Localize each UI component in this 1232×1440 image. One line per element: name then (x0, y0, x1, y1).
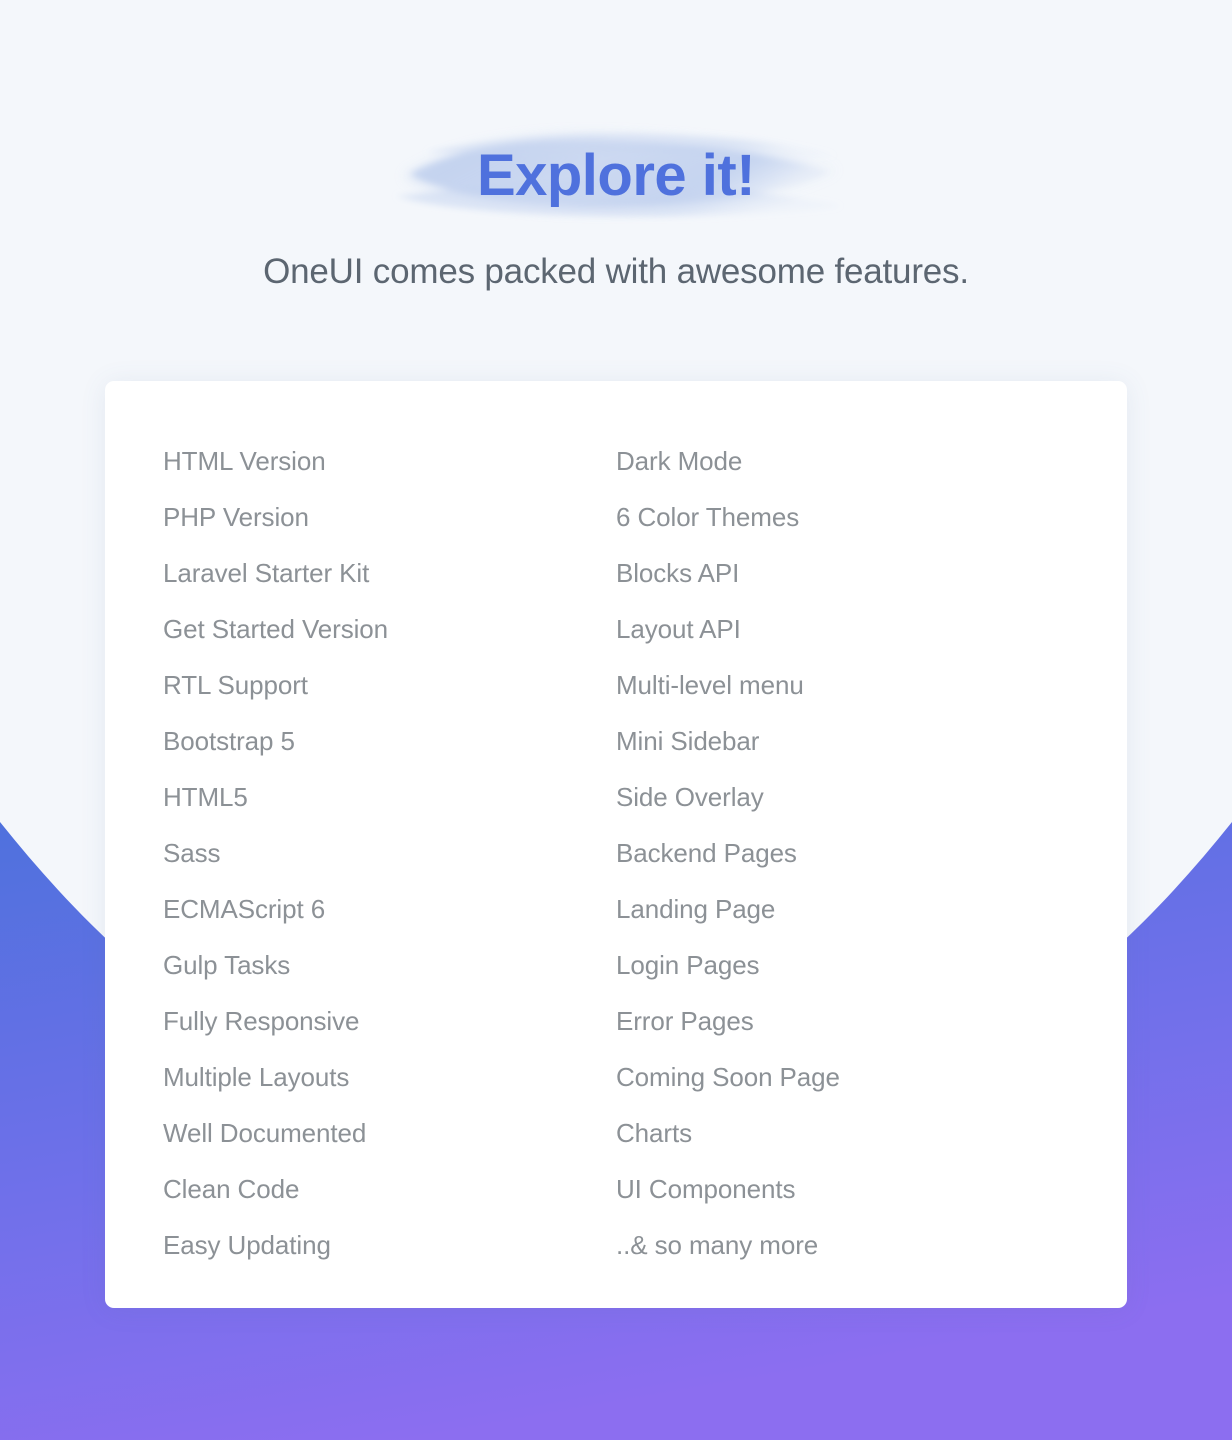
page-subtitle: OneUI comes packed with awesome features… (263, 252, 969, 291)
feature-item: Sass (163, 838, 221, 868)
features-left-column: HTML Version PHP Version Laravel Starter… (163, 433, 616, 1273)
feature-item: PHP Version (163, 502, 309, 532)
feature-item: Bootstrap 5 (163, 726, 295, 756)
feature-item: Landing Page (616, 894, 776, 924)
feature-item: Multi-level menu (616, 670, 804, 700)
features-columns: HTML Version PHP Version Laravel Starter… (163, 433, 1069, 1273)
feature-item: ECMAScript 6 (163, 894, 326, 924)
feature-item: HTML Version (163, 446, 326, 476)
feature-item: Clean Code (163, 1174, 300, 1204)
feature-item: Gulp Tasks (163, 950, 291, 980)
page-title: Explore it! (476, 143, 756, 208)
feature-item: 6 Color Themes (616, 502, 800, 532)
feature-item: Multiple Layouts (163, 1062, 350, 1092)
feature-item: UI Components (616, 1174, 796, 1204)
features-right-column: Dark Mode 6 Color Themes Blocks API Layo… (616, 433, 1069, 1273)
feature-item: Error Pages (616, 1006, 754, 1036)
feature-item: ..& so many more (616, 1230, 819, 1260)
feature-item: Backend Pages (616, 838, 797, 868)
features-card: HTML Version PHP Version Laravel Starter… (105, 381, 1127, 1308)
feature-item: Laravel Starter Kit (163, 558, 370, 588)
feature-item: Charts (616, 1118, 692, 1148)
feature-item: Fully Responsive (163, 1006, 360, 1036)
feature-item: Dark Mode (616, 446, 743, 476)
hero-section: Explore it! OneUI comes packed with awes… (0, 0, 1232, 292)
feature-item: Easy Updating (163, 1230, 331, 1260)
feature-item: Well Documented (163, 1118, 367, 1148)
feature-item: Layout API (616, 614, 741, 644)
feature-item: HTML5 (163, 782, 248, 812)
feature-item: Blocks API (616, 558, 740, 588)
feature-item: RTL Support (163, 670, 308, 700)
feature-item: Get Started Version (163, 614, 389, 644)
feature-item: Login Pages (616, 950, 760, 980)
feature-item: Coming Soon Page (616, 1062, 840, 1092)
feature-item: Side Overlay (616, 782, 764, 812)
title-wrap: Explore it! (0, 122, 1232, 230)
feature-item: Mini Sidebar (616, 726, 760, 756)
